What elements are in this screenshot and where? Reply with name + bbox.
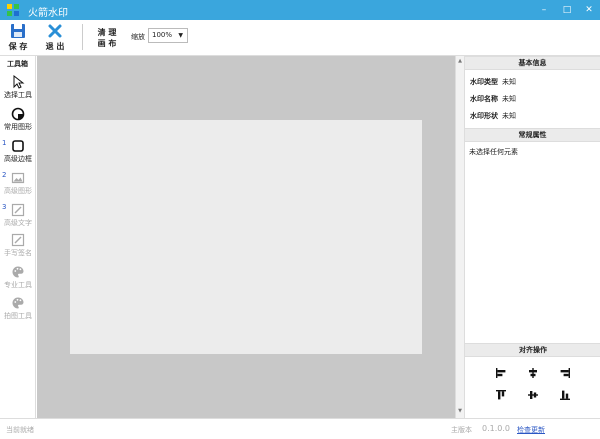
tool-handwritten-signature-label: 手写签名 [4, 249, 32, 257]
general-props-header: 常规属性 [465, 128, 600, 142]
info-key: 水印名称 [470, 95, 498, 103]
zoom-select[interactable]: 100% ▼ [148, 28, 188, 43]
version-label: 主版本 [451, 426, 472, 434]
shapes-icon [11, 107, 25, 121]
tool-professional[interactable]: 专业工具 [0, 265, 36, 290]
edit-pen-icon [11, 203, 25, 217]
align-top-icon[interactable] [495, 389, 507, 401]
tool-advanced-border[interactable]: 1 高级边框 [0, 139, 36, 164]
info-value: 未知 [502, 95, 516, 103]
tool-advanced-image-label: 高级图形 [4, 187, 32, 195]
info-row-name: 水印名称 未知 [465, 91, 600, 108]
tool-advanced-border-label: 高级边框 [4, 155, 32, 163]
tool-advanced-image[interactable]: 2 高级图形 [0, 171, 36, 196]
window-title: 火箭水印 [28, 8, 68, 19]
save-button[interactable]: 保 存 [5, 23, 31, 52]
canvas-workspace[interactable] [37, 56, 455, 418]
align-header: 对齐操作 [465, 343, 600, 357]
zoom-value: 100% [152, 31, 173, 39]
toolbox-panel: 工具箱 选择工具 常用图形 1 高级边框 2 高级图形 3 高级文字 手写签名 … [0, 56, 36, 418]
maximize-button[interactable]: □ [559, 2, 575, 18]
info-value: 未知 [502, 78, 516, 86]
minimize-button[interactable]: – [536, 2, 552, 18]
tool-professional-label: 专业工具 [4, 281, 32, 289]
tool-photo-label: 拍图工具 [4, 312, 32, 320]
align-right-icon[interactable] [559, 367, 571, 379]
info-key: 水印形状 [470, 112, 498, 120]
basic-info-header: 基本信息 [465, 56, 600, 70]
info-row-type: 水印类型 未知 [465, 74, 600, 91]
clear-canvas-button[interactable]: 清 理 画 布 [96, 27, 118, 49]
close-button[interactable]: ✕ [581, 2, 597, 18]
zoom-label: 缩放 [131, 33, 145, 41]
save-icon [11, 24, 25, 38]
image-icon [11, 172, 25, 184]
border-square-icon [12, 140, 24, 152]
toolbar: 保 存 退 出 清 理 画 布 缩放 100% ▼ [0, 20, 600, 56]
tool-handwritten-signature[interactable]: 手写签名 [0, 233, 36, 258]
check-update-link[interactable]: 检查更新 [517, 425, 545, 435]
align-bottom-icon[interactable] [559, 389, 571, 401]
tool-advanced-text-label: 高级文字 [4, 219, 32, 227]
cursor-arrow-icon [13, 75, 25, 89]
tool-common-shapes-label: 常用图形 [4, 123, 32, 131]
properties-panel: 基本信息 水印类型 未知 水印名称 未知 水印形状 未知 常规属性 未选择任何元素 对… [464, 56, 600, 418]
exit-label: 退 出 [45, 42, 65, 51]
tool-advanced-border-num: 1 [2, 139, 7, 147]
tool-common-shapes[interactable]: 常用图形 [0, 107, 36, 132]
align-left-icon[interactable] [495, 367, 507, 379]
status-text: 当前就绪 [6, 426, 34, 434]
version-value: 0.1.0.0 [482, 424, 510, 433]
signature-pen-icon [11, 233, 25, 247]
palette-icon [12, 266, 24, 278]
info-row-shape: 水印形状 未知 [465, 108, 600, 125]
scroll-up-icon[interactable]: ▲ [456, 58, 464, 64]
clear-canvas-label-1: 清 理 [97, 28, 117, 37]
tool-advanced-text[interactable]: 3 高级文字 [0, 203, 36, 228]
chevron-down-icon: ▼ [178, 32, 183, 39]
scroll-down-icon[interactable]: ▼ [456, 408, 464, 414]
align-center-vertical-icon[interactable] [527, 389, 539, 401]
clear-canvas-label-2: 画 布 [97, 39, 117, 48]
tool-select[interactable]: 选择工具 [0, 75, 36, 100]
info-key: 水印类型 [470, 78, 498, 86]
exit-button[interactable]: 退 出 [42, 23, 68, 52]
toolbox-header: 工具箱 [7, 60, 28, 68]
app-logo-icon [7, 4, 19, 16]
tool-advanced-text-num: 3 [2, 203, 7, 211]
artboard[interactable] [70, 120, 422, 354]
info-value: 未知 [502, 112, 516, 120]
tool-select-label: 选择工具 [4, 91, 32, 99]
align-center-horizontal-icon[interactable] [527, 367, 539, 379]
vertical-scrollbar[interactable]: ▲ ▼ [455, 56, 464, 418]
props-empty-message: 未选择任何元素 [469, 148, 518, 156]
palette-icon [12, 297, 24, 309]
save-label: 保 存 [8, 42, 28, 51]
align-section: 对齐操作 [465, 343, 600, 418]
exit-icon [48, 24, 62, 38]
tool-advanced-image-num: 2 [2, 171, 7, 179]
title-bar: 火箭水印 – □ ✕ [0, 0, 600, 20]
status-bar: 当前就绪 主版本 0.1.0.0 检查更新 [0, 418, 600, 439]
tool-photo[interactable]: 拍图工具 [0, 296, 36, 321]
toolbar-divider [82, 24, 83, 50]
